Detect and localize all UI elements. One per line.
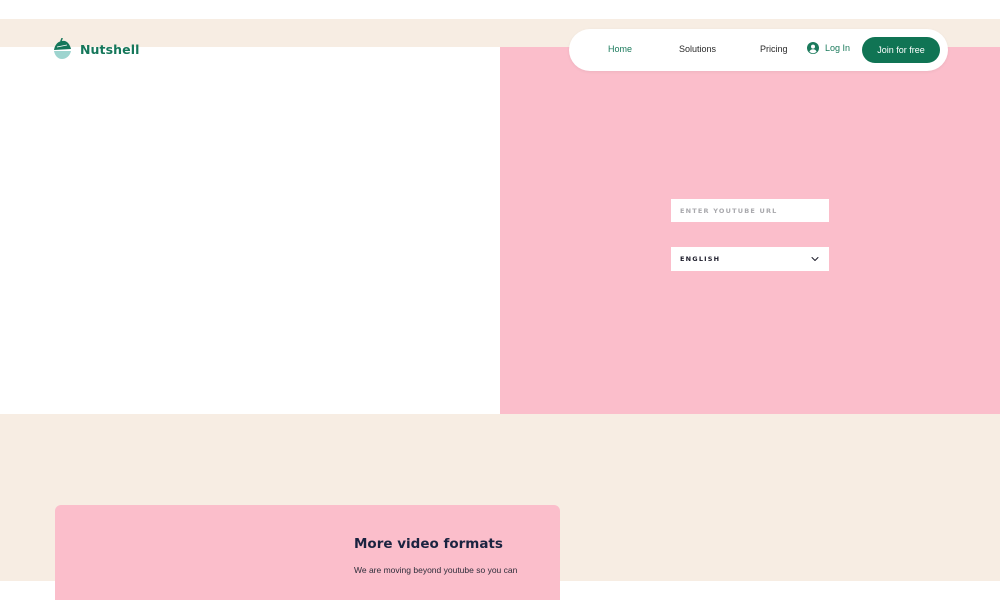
- nav-link-home[interactable]: Home: [608, 44, 632, 54]
- join-for-free-button[interactable]: Join for free: [862, 37, 940, 63]
- chevron-down-icon: [811, 257, 819, 261]
- language-select-value: ENGLISH: [680, 255, 721, 263]
- brand-name: Nutshell: [80, 41, 140, 57]
- brand-logo[interactable]: Nutshell: [52, 38, 140, 60]
- nav-link-pricing[interactable]: Pricing: [760, 44, 788, 54]
- user-circle-icon: [807, 42, 819, 54]
- nut-logo-icon: [54, 38, 71, 59]
- nav-bar: Home Solutions Pricing Log In Join for f…: [569, 29, 948, 71]
- nav-link-solutions[interactable]: Solutions: [679, 44, 716, 54]
- feature-description: We are moving beyond youtube so you can: [354, 565, 518, 575]
- hero-right-panel: [500, 47, 1000, 414]
- login-label: Log In: [825, 43, 851, 53]
- language-select[interactable]: ENGLISH: [671, 247, 829, 271]
- youtube-url-input[interactable]: [671, 199, 829, 222]
- feature-title: More video formats: [354, 536, 503, 552]
- hero-left-panel: [0, 47, 500, 414]
- feature-card: More video formats We are moving beyond …: [55, 505, 560, 600]
- login-link[interactable]: Log In: [807, 42, 850, 54]
